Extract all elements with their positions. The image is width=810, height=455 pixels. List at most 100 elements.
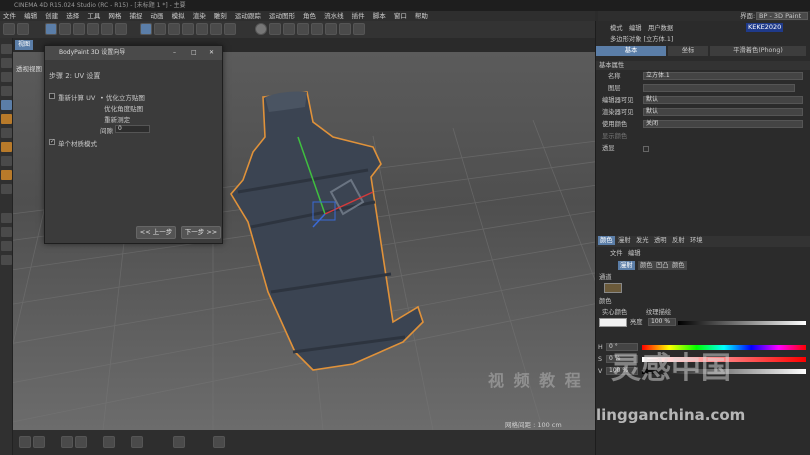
bottle-model[interactable] (230, 91, 424, 371)
texture-icon[interactable] (311, 23, 323, 35)
smudge-icon[interactable] (210, 23, 222, 35)
opt-angle-radio[interactable]: 优化角度贴图 (100, 103, 143, 113)
opt-cube-radio[interactable]: • 优化立方贴图 (100, 92, 145, 102)
next-step-button[interactable]: 下一步 >> (181, 226, 221, 239)
workplane-icon[interactable] (1, 241, 12, 251)
rotate-icon[interactable] (87, 23, 99, 35)
paint-mode-icon[interactable] (1, 114, 12, 124)
fill-icon[interactable] (168, 23, 180, 35)
channel-diffuse[interactable]: 漫射 (618, 261, 635, 270)
mat-tab-reflection[interactable]: 反射 (672, 236, 685, 245)
menu-render[interactable]: 渲染 (193, 12, 206, 20)
selection-icon[interactable] (1, 184, 12, 194)
move-icon[interactable] (59, 23, 71, 35)
eraser-icon[interactable] (154, 23, 166, 35)
tab-basic[interactable]: 基本 (596, 46, 666, 56)
attr-menu-edit[interactable]: 编辑 (629, 24, 642, 33)
mirror-icon[interactable] (325, 23, 337, 35)
mat-tab-diffuse[interactable]: 漫射 (618, 236, 631, 245)
stencil-icon[interactable] (1, 170, 12, 180)
menu-simulate[interactable]: 模拟 (172, 12, 185, 20)
magnet-icon[interactable] (1, 128, 12, 138)
mat-menu-file[interactable]: 文件 (610, 249, 623, 258)
tab-coord[interactable]: 坐标 (668, 46, 708, 56)
paint-brush-icon[interactable] (140, 23, 152, 35)
projection-paint-icon[interactable] (269, 23, 281, 35)
y-axis-icon[interactable] (115, 23, 127, 35)
brightness-slider[interactable] (678, 321, 806, 325)
tab-phong[interactable]: 平滑着色(Phong) (710, 46, 806, 56)
mat-tab-environment[interactable]: 环境 (690, 236, 703, 245)
channel-bump[interactable]: 凹凸 (654, 261, 671, 270)
menu-snap[interactable]: 捕捉 (129, 12, 142, 20)
edges-mode-icon[interactable] (1, 58, 12, 68)
record-icon[interactable] (103, 436, 115, 448)
minimize-icon[interactable]: – (173, 46, 176, 60)
next-key-icon[interactable] (75, 436, 87, 448)
polygons-mode-icon[interactable] (1, 72, 12, 82)
scale-key-icon[interactable] (173, 436, 185, 448)
mat-tab-color[interactable]: 颜色 (598, 236, 615, 245)
uv-points-icon[interactable] (1, 86, 12, 96)
spacing-input[interactable]: 0 (115, 125, 150, 133)
x-axis-icon[interactable] (101, 23, 113, 35)
play-icon[interactable] (61, 436, 73, 448)
prev-key-icon[interactable] (33, 436, 45, 448)
attr-menu-mode[interactable]: 模式 (610, 24, 623, 33)
layout-selector[interactable]: 界面: BP - 3D Paint (598, 11, 810, 21)
live-select-icon[interactable] (45, 23, 57, 35)
uv-icon[interactable] (297, 23, 309, 35)
close-icon[interactable]: ✕ (209, 46, 214, 60)
brush-preset-icon[interactable] (1, 142, 12, 152)
color-sphere-icon[interactable] (255, 23, 267, 35)
menu-script[interactable]: 脚本 (373, 12, 386, 20)
layer-icon[interactable] (283, 23, 295, 35)
menu-window[interactable]: 窗口 (394, 12, 407, 20)
motion-icon[interactable] (213, 436, 225, 448)
first-frame-icon[interactable] (19, 436, 31, 448)
stamp-icon[interactable] (1, 156, 12, 166)
channel-color-2[interactable]: 颜色 (670, 261, 687, 270)
dialog-titlebar[interactable]: BodyPaint 3D 设置向导 – □ ✕ (45, 46, 222, 60)
menu-motion-tracking[interactable]: 运动跟踪 (235, 12, 261, 20)
menu-mograph[interactable]: 运动图形 (269, 12, 295, 20)
single-material-checkbox[interactable]: ✓ (49, 139, 55, 145)
snap-icon[interactable] (1, 227, 12, 237)
menu-select[interactable]: 选择 (66, 12, 79, 20)
menu-tools[interactable]: 工具 (87, 12, 100, 20)
gradient-icon[interactable] (182, 23, 194, 35)
editor-visible-dropdown[interactable]: 默认 (643, 96, 803, 104)
channel-swatch[interactable] (604, 283, 622, 293)
menu-edit[interactable]: 编辑 (24, 12, 37, 20)
menu-file[interactable]: 文件 (3, 12, 16, 20)
menu-character[interactable]: 角色 (303, 12, 316, 20)
scale-icon[interactable] (73, 23, 85, 35)
render-visible-dropdown[interactable]: 默认 (643, 108, 803, 116)
mat-menu-edit[interactable]: 编辑 (628, 249, 641, 258)
undo-icon[interactable] (3, 23, 15, 35)
xray-checkbox[interactable] (643, 146, 649, 152)
tab-view[interactable]: 视图 (15, 40, 34, 50)
prev-step-button[interactable]: << 上一步 (136, 226, 176, 239)
attr-menu-userdata[interactable]: 用户数据 (648, 24, 673, 33)
layout-dropdown[interactable]: BP - 3D Paint (756, 12, 808, 20)
redo-icon[interactable] (17, 23, 29, 35)
blur-icon[interactable] (224, 23, 236, 35)
lock-icon[interactable] (1, 255, 12, 265)
menu-plugins[interactable]: 插件 (352, 12, 365, 20)
menu-mesh[interactable]: 网格 (108, 12, 121, 20)
maximize-icon[interactable]: □ (191, 46, 197, 60)
realign-radio[interactable]: 重新测定 (100, 114, 130, 124)
clone-icon[interactable] (196, 23, 208, 35)
solid-color-option[interactable]: 实心颜色 (602, 308, 627, 317)
channel-icon[interactable] (339, 23, 351, 35)
channel-color[interactable]: 颜色 (638, 261, 655, 270)
mat-tab-transparency[interactable]: 透明 (654, 236, 667, 245)
brightness-value[interactable]: 100 % (648, 318, 676, 326)
menu-sculpt[interactable]: 雕刻 (214, 12, 227, 20)
layer-field[interactable] (643, 84, 795, 92)
use-color-dropdown[interactable]: 关闭 (643, 120, 803, 128)
render-icon[interactable] (353, 23, 365, 35)
mat-tab-luminance[interactable]: 发光 (636, 236, 649, 245)
menu-pipeline[interactable]: 流水线 (324, 12, 344, 20)
